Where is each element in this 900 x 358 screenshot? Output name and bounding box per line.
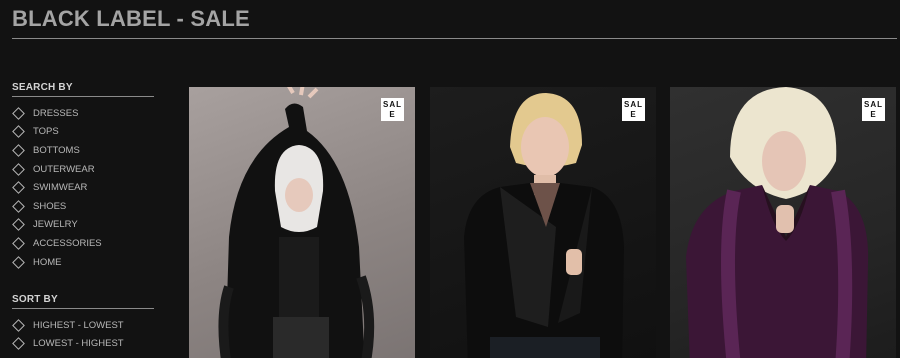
- diamond-icon: [12, 318, 25, 332]
- category-jewelry[interactable]: JEWELRY: [12, 216, 154, 235]
- category-label: OUTERWEAR: [33, 163, 95, 175]
- sort-highest-lowest[interactable]: HIGHEST - LOWEST: [12, 316, 154, 335]
- category-label: TOPS: [33, 126, 59, 138]
- title-divider: [12, 38, 897, 39]
- diamond-icon: [12, 199, 25, 213]
- category-label: SWIMWEAR: [33, 182, 88, 194]
- diamond-icon: [12, 337, 25, 351]
- category-label: ACCESSORIES: [33, 237, 102, 249]
- sort-label: LOWEST - HIGHEST: [33, 338, 124, 350]
- category-label: HOME: [33, 256, 62, 268]
- category-swimwear[interactable]: SWIMWEAR: [12, 178, 154, 197]
- sort-by-panel: SORT BY HIGHEST - LOWEST LOWEST - HIGHES…: [12, 294, 154, 353]
- sort-label: HIGHEST - LOWEST: [33, 319, 124, 331]
- sort-list: HIGHEST - LOWEST LOWEST - HIGHEST: [12, 316, 154, 353]
- page: BLACK LABEL - SALE SEARCH BY DRESSES TOP…: [0, 0, 900, 358]
- category-label: JEWELRY: [33, 219, 78, 231]
- sort-by-heading: SORT BY: [12, 294, 154, 309]
- product-card[interactable]: SALE: [189, 87, 415, 358]
- diamond-icon: [12, 181, 25, 195]
- product-image: [686, 87, 869, 358]
- category-shoes[interactable]: SHOES: [12, 197, 154, 216]
- category-tops[interactable]: TOPS: [12, 123, 154, 142]
- diamond-icon: [12, 106, 25, 120]
- diamond-icon: [12, 162, 25, 176]
- category-home[interactable]: HOME: [12, 253, 154, 272]
- category-list: DRESSES TOPS BOTTOMS OUTERWEAR SWIMWEAR …: [12, 104, 154, 271]
- category-dresses[interactable]: DRESSES: [12, 104, 154, 123]
- category-bottoms[interactable]: BOTTOMS: [12, 141, 154, 160]
- category-label: SHOES: [33, 200, 67, 212]
- product-image: [464, 93, 624, 358]
- category-label: DRESSES: [33, 107, 79, 119]
- page-title: BLACK LABEL - SALE: [12, 6, 250, 31]
- search-by-heading: SEARCH BY: [12, 82, 154, 97]
- diamond-icon: [12, 144, 25, 157]
- diamond-icon: [12, 218, 25, 232]
- category-outerwear[interactable]: OUTERWEAR: [12, 160, 154, 179]
- sale-badge: SALE: [862, 98, 885, 121]
- product-image: [218, 87, 375, 358]
- search-by-panel: SEARCH BY DRESSES TOPS BOTTOMS OUTERWEAR…: [12, 82, 154, 271]
- diamond-icon: [12, 255, 25, 269]
- sort-lowest-highest[interactable]: LOWEST - HIGHEST: [12, 335, 154, 354]
- product-card[interactable]: SALE: [430, 87, 656, 358]
- diamond-icon: [12, 237, 25, 250]
- category-label: BOTTOMS: [33, 144, 80, 156]
- sale-badge: SALE: [622, 98, 645, 121]
- diamond-icon: [12, 125, 25, 139]
- product-card[interactable]: SALE: [670, 87, 896, 358]
- category-accessories[interactable]: ACCESSORIES: [12, 234, 154, 253]
- sale-badge: SALE: [381, 98, 404, 121]
